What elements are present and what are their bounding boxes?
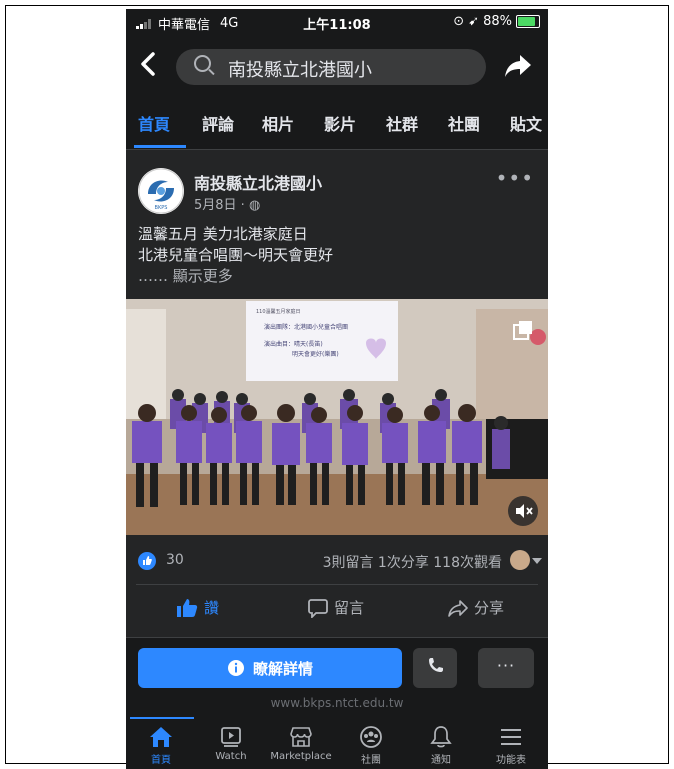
bottom-nav: 首頁 Watch Marketplace 社團 通知 功能表 (126, 717, 548, 769)
search-bar[interactable]: 南投縣立北港國小 (176, 49, 486, 85)
learn-more-button[interactable]: 瞭解詳情 (138, 648, 402, 688)
nav-notifications[interactable]: 通知 (406, 725, 476, 766)
slide-line-2: 演出曲目：晴天(長笛) (264, 340, 323, 348)
post-line-2: 北港兒童合唱團～明天會更好 (138, 246, 334, 264)
see-more-link[interactable]: …… 顯示更多 (138, 266, 333, 287)
share-label: 分享 (474, 599, 505, 617)
share-post-button[interactable]: 分享 (448, 597, 504, 618)
watch-icon (221, 727, 241, 747)
battery-percent: 88% (483, 14, 512, 29)
post-line-1: 溫馨五月 美力北港家庭日 (138, 225, 308, 243)
chevron-left-icon (141, 52, 155, 76)
comment-icon (308, 598, 328, 618)
website-url[interactable]: www.bkps.ntct.edu.tw (126, 696, 548, 710)
battery-icon (516, 15, 540, 28)
like-reaction-icon (138, 552, 156, 570)
post-date: 5月8日 · ◍ (194, 198, 261, 213)
call-button[interactable] (413, 648, 457, 688)
like-count[interactable]: 30 (166, 552, 184, 568)
comment-label: 留言 (334, 599, 365, 617)
share-icon (448, 599, 468, 617)
nav-marketplace[interactable]: Marketplace (266, 725, 336, 762)
reactor-avatar[interactable] (510, 550, 530, 570)
post-text: 溫馨五月 美力北港家庭日 北港兒童合唱團～明天會更好 …… 顯示更多 (138, 224, 333, 287)
page-tabs: 首頁 評論 相片 影片 社群 社團 貼文 (126, 97, 548, 150)
home-icon (150, 727, 172, 747)
bell-icon (430, 726, 452, 748)
location-icon: ➹ (468, 14, 480, 29)
menu-icon (501, 729, 521, 745)
svg-text:BKPS: BKPS (155, 205, 168, 211)
mute-button[interactable] (508, 496, 538, 526)
page-name[interactable]: 南投縣立北港國小 (194, 170, 322, 194)
thumbs-up-icon (177, 598, 198, 617)
nav-menu-label: 功能表 (496, 755, 526, 766)
tab-posts[interactable]: 貼文 (510, 111, 542, 135)
share-button[interactable] (504, 53, 532, 79)
video-player[interactable]: 110溫馨五月家庭日 演出團隊：北港國小兒童合唱團 演出曲目：晴天(長笛) 明天… (126, 299, 548, 535)
tab-home[interactable]: 首頁 (138, 111, 170, 135)
phone-icon (429, 658, 443, 672)
chevron-down-icon[interactable] (532, 558, 542, 564)
nav-groups[interactable]: 社團 (336, 725, 406, 766)
header: 南投縣立北港國小 (126, 35, 548, 97)
active-tab-indicator (134, 145, 186, 148)
marketplace-icon (290, 727, 312, 747)
like-button[interactable]: 讚 (176, 597, 219, 618)
slide-line-3: 明天會更好(樂團) (292, 350, 339, 358)
reaction-counts: 30 3則留言 1次分享 118次觀看 (126, 547, 548, 577)
share-arrow-icon (505, 55, 531, 77)
page-avatar[interactable]: BKPS (138, 168, 184, 214)
tab-community[interactable]: 社群 (386, 111, 418, 135)
search-query: 南投縣立北港國小 (228, 60, 372, 81)
speaker-muted-icon (516, 504, 533, 518)
school-logo-icon: BKPS (138, 168, 184, 214)
video-frame-image: 110溫馨五月家庭日 演出團隊：北港國小兒童合唱團 演出曲目：晴天(長笛) 明天… (126, 299, 548, 535)
tab-reviews[interactable]: 評論 (202, 111, 234, 135)
active-nav-indicator (130, 717, 194, 719)
cta-bar: 瞭解詳情 ··· www.bkps.ntct.edu.tw (126, 637, 548, 718)
nav-groups-label: 社團 (361, 755, 381, 766)
search-icon (194, 55, 211, 72)
tab-photos[interactable]: 相片 (262, 111, 294, 135)
more-options-button[interactable]: ··· (478, 648, 534, 688)
comment-button[interactable]: 留言 (308, 597, 364, 618)
post-actions: 讚 留言 分享 (136, 584, 538, 629)
tab-videos[interactable]: 影片 (324, 111, 356, 135)
orientation-lock-icon: ⊙ (453, 14, 465, 29)
slide-line-1: 演出團隊：北港國小兒童合唱團 (264, 323, 348, 331)
nav-watch-label: Watch (215, 751, 247, 762)
slide-title: 110溫馨五月家庭日 (256, 308, 301, 315)
groups-icon (360, 726, 382, 748)
info-icon (227, 660, 244, 676)
like-label: 讚 (204, 599, 220, 617)
engagement-stats[interactable]: 3則留言 1次分享 118次觀看 (323, 552, 502, 572)
nav-home[interactable]: 首頁 (126, 725, 196, 766)
globe-icon: ◍ (248, 198, 261, 213)
post-options-button[interactable]: ••• (496, 166, 534, 190)
post-card: BKPS 南投縣立北港國小 5月8日 · ◍ ••• 溫馨五月 美力北港家庭日 … (126, 150, 548, 637)
nav-marketplace-label: Marketplace (270, 751, 332, 762)
nav-watch[interactable]: Watch (196, 725, 266, 762)
back-button[interactable] (138, 49, 168, 81)
learn-more-label: 瞭解詳情 (252, 659, 313, 678)
nav-notifications-label: 通知 (431, 755, 451, 766)
phone-screen: 中華電信 4G 上午11:08 ⊙ ➹ 88% 南投縣立北港國小 首頁 評論 相… (126, 9, 548, 769)
nav-home-label: 首頁 (151, 755, 171, 766)
tab-groups[interactable]: 社團 (448, 111, 480, 135)
nav-menu[interactable]: 功能表 (476, 725, 546, 766)
status-bar: 中華電信 4G 上午11:08 ⊙ ➹ 88% (126, 9, 548, 35)
expand-icon[interactable] (512, 319, 534, 341)
